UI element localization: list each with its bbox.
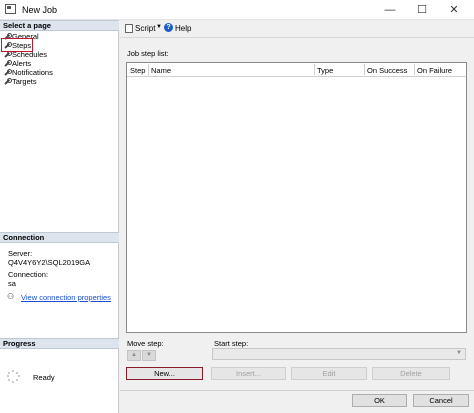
page-item-notifications[interactable]: Notifications: [3, 68, 53, 77]
page-item-alerts[interactable]: Alerts: [3, 59, 53, 68]
progress-header: Progress: [0, 338, 119, 349]
toolbar-divider: [120, 37, 474, 38]
window-title: New Job: [22, 5, 58, 15]
column-divider: [364, 64, 365, 75]
footer-divider: [120, 390, 474, 391]
minimize-button[interactable]: —: [374, 0, 406, 20]
close-button[interactable]: ✕: [438, 0, 470, 20]
column-on-failure[interactable]: On Failure: [417, 66, 452, 75]
column-divider: [148, 64, 149, 75]
window-icon: [5, 4, 16, 14]
script-icon: [125, 24, 133, 33]
column-divider: [314, 64, 315, 75]
page-item-label: Targets: [12, 77, 37, 86]
wrench-icon: [3, 69, 12, 76]
move-up-button[interactable]: ▲: [127, 350, 141, 361]
column-step[interactable]: Step: [130, 66, 145, 75]
new-step-button[interactable]: New...: [126, 367, 203, 380]
toolbar: Script ▼ ? Help: [120, 20, 474, 36]
page-item-label: Notifications: [12, 68, 53, 77]
column-on-success[interactable]: On Success: [367, 66, 407, 75]
server-value: Q4V4Y6Y2\SQL2019GA: [8, 258, 91, 267]
connection-header: Connection: [0, 232, 119, 243]
selected-page-highlight: [1, 38, 33, 52]
left-pane: Select a page General Steps Schedules Al…: [0, 20, 119, 413]
start-step-select[interactable]: ▼: [212, 348, 466, 360]
job-step-list-label: Job step list:: [127, 49, 169, 58]
chevron-down-icon[interactable]: ▼: [156, 24, 162, 30]
wrench-icon: [3, 60, 12, 67]
grid-header: Step Name Type On Success On Failure: [127, 63, 466, 77]
edit-step-button[interactable]: Edit: [291, 367, 367, 380]
ok-button[interactable]: OK: [352, 394, 407, 407]
column-type[interactable]: Type: [317, 66, 333, 75]
server-label: Server:: [8, 249, 33, 258]
view-connection-properties-link[interactable]: View connection properties: [21, 293, 111, 302]
column-divider: [414, 64, 415, 75]
connection-label: Connection:: [8, 270, 49, 279]
wrench-icon: [3, 51, 12, 58]
page-item-targets[interactable]: Targets: [3, 77, 53, 86]
delete-step-button[interactable]: Delete: [372, 367, 450, 380]
title-bar: New Job — ☐ ✕: [0, 0, 474, 20]
page-item-label: Alerts: [12, 59, 32, 68]
maximize-button[interactable]: ☐: [406, 0, 438, 20]
connection-properties-icon: ⚇: [7, 292, 15, 301]
help-button[interactable]: Help: [175, 24, 191, 33]
move-down-button[interactable]: ▼: [142, 350, 156, 361]
progress-spinner-icon: [7, 370, 20, 383]
progress-status: Ready: [33, 373, 55, 382]
start-step-label: Start step:: [214, 339, 249, 348]
move-step-label: Move step:: [127, 339, 164, 348]
help-icon[interactable]: ?: [164, 23, 173, 32]
column-name[interactable]: Name: [151, 66, 171, 75]
script-button[interactable]: Script: [135, 24, 155, 33]
job-step-grid[interactable]: Step Name Type On Success On Failure: [126, 62, 467, 333]
insert-step-button[interactable]: Insert...: [211, 367, 286, 380]
select-page-header: Select a page: [0, 20, 119, 31]
cancel-button[interactable]: Cancel: [413, 394, 469, 407]
connection-value: sa: [8, 279, 16, 288]
chevron-down-icon: ▼: [456, 350, 462, 356]
wrench-icon: [3, 78, 12, 85]
